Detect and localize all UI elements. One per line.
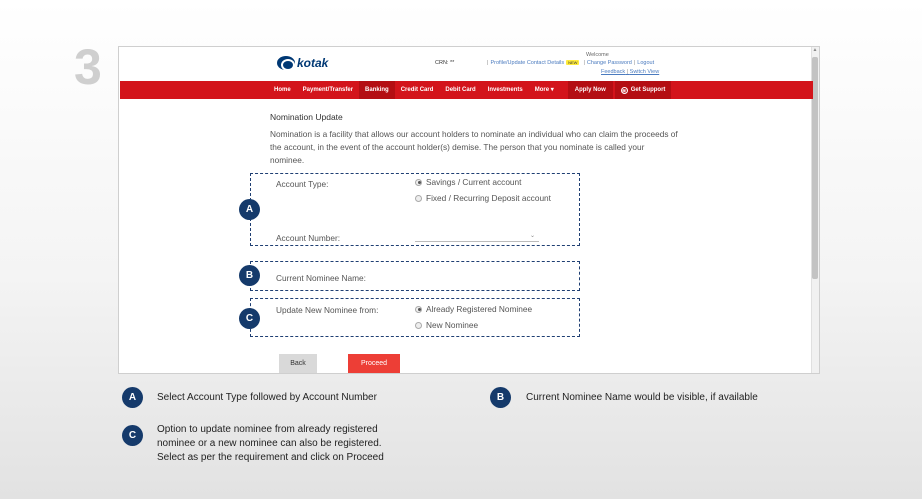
radio-fixed-label: Fixed / Recurring Deposit account (426, 193, 551, 203)
legend-badge-c: C (122, 425, 143, 446)
nav-payment-transfer[interactable]: Payment/Transfer (297, 81, 359, 99)
radio-savings-current[interactable]: Savings / Current account (415, 177, 521, 187)
logout-link[interactable]: Logout (637, 60, 654, 66)
account-number-select[interactable] (415, 241, 539, 242)
top-header: kotak CRN: ** Welcome | Profile/Update Co… (119, 47, 813, 81)
nav-credit-card[interactable]: Credit Card (395, 81, 440, 99)
radio-new-label: New Nominee (426, 320, 479, 330)
legend-badge-b: B (490, 387, 511, 408)
chevron-down-icon[interactable]: ⌄ (530, 232, 535, 239)
chevron-down-icon: ▾ (550, 87, 554, 93)
top-links: | Profile/Update Contact Details NEW | Chang… (487, 60, 655, 66)
legend-text-c: Option to update nominee from already re… (157, 423, 384, 465)
phone-icon: ☏ (620, 86, 628, 94)
legend-text-c-line2: nominee or a new nominee can also be reg… (157, 438, 382, 449)
back-button[interactable]: Back (279, 354, 317, 373)
update-from-label: Update New Nominee from: (276, 305, 379, 315)
radio-checked-icon (415, 178, 422, 186)
legend-text-c-line1: Option to update nominee from already re… (157, 424, 378, 435)
badge-b: B (239, 265, 260, 286)
legend-text-b: Current Nominee Name would be visible, i… (526, 392, 758, 403)
account-type-label: Account Type: (276, 179, 329, 189)
legend-text-a: Select Account Type followed by Account … (157, 392, 377, 403)
crn-label: CRN: ** (435, 60, 455, 66)
legend-badge-a: A (122, 387, 143, 408)
radio-checked-icon (415, 305, 422, 313)
feedback-links: Feedback | Switch View (601, 69, 660, 75)
radio-registered-label: Already Registered Nominee (426, 304, 533, 314)
page-title: Nomination Update (270, 112, 343, 122)
current-nominee-label: Current Nominee Name: (276, 273, 366, 283)
account-number-label: Account Number: (276, 233, 341, 243)
badge-a: A (239, 199, 260, 220)
badge-c: C (239, 308, 260, 329)
nav-investments[interactable]: Investments (482, 81, 529, 99)
radio-unchecked-icon (415, 321, 422, 329)
welcome-text: Welcome (586, 52, 609, 58)
radio-new-nominee[interactable]: New Nominee (415, 320, 478, 330)
page-description: Nomination is a facility that allows our… (270, 129, 678, 165)
legend-text-c-line3: Select as per the requirement and click … (157, 452, 384, 463)
apply-now-button[interactable]: Apply Now (567, 81, 613, 99)
proceed-button[interactable]: Proceed (348, 354, 400, 373)
radio-savings-label: Savings / Current account (426, 177, 522, 187)
nav-debit-card[interactable]: Debit Card (439, 81, 481, 99)
get-support-label: Get Support (630, 87, 666, 93)
new-badge: NEW (566, 60, 580, 65)
switch-view-link[interactable]: Switch View (630, 69, 660, 75)
logo-text: kotak (297, 56, 329, 70)
nav-more-label: More (534, 87, 550, 93)
kotak-logo[interactable]: kotak (277, 56, 329, 71)
nav-home[interactable]: Home (268, 81, 297, 99)
profile-link[interactable]: Profile/Update Contact Details (490, 60, 564, 66)
change-password-link[interactable]: Change Password (587, 60, 632, 66)
radio-fixed-recurring[interactable]: Fixed / Recurring Deposit account (415, 193, 551, 203)
radio-registered-nominee[interactable]: Already Registered Nominee (415, 304, 532, 314)
kotak-logo-icon (277, 56, 295, 71)
screenshot-frame: ▲ kotak CRN: ** Welcome | Profile/Update … (118, 46, 820, 374)
main-nav: Home Payment/Transfer Banking Credit Car… (120, 81, 813, 99)
nav-more[interactable]: More ▾ (529, 81, 560, 99)
get-support-button[interactable]: ☏ Get Support (614, 81, 672, 99)
feedback-link[interactable]: Feedback (601, 69, 625, 75)
radio-unchecked-icon (415, 194, 422, 202)
step-number: 3 (74, 39, 102, 95)
nav-banking[interactable]: Banking (359, 81, 395, 99)
